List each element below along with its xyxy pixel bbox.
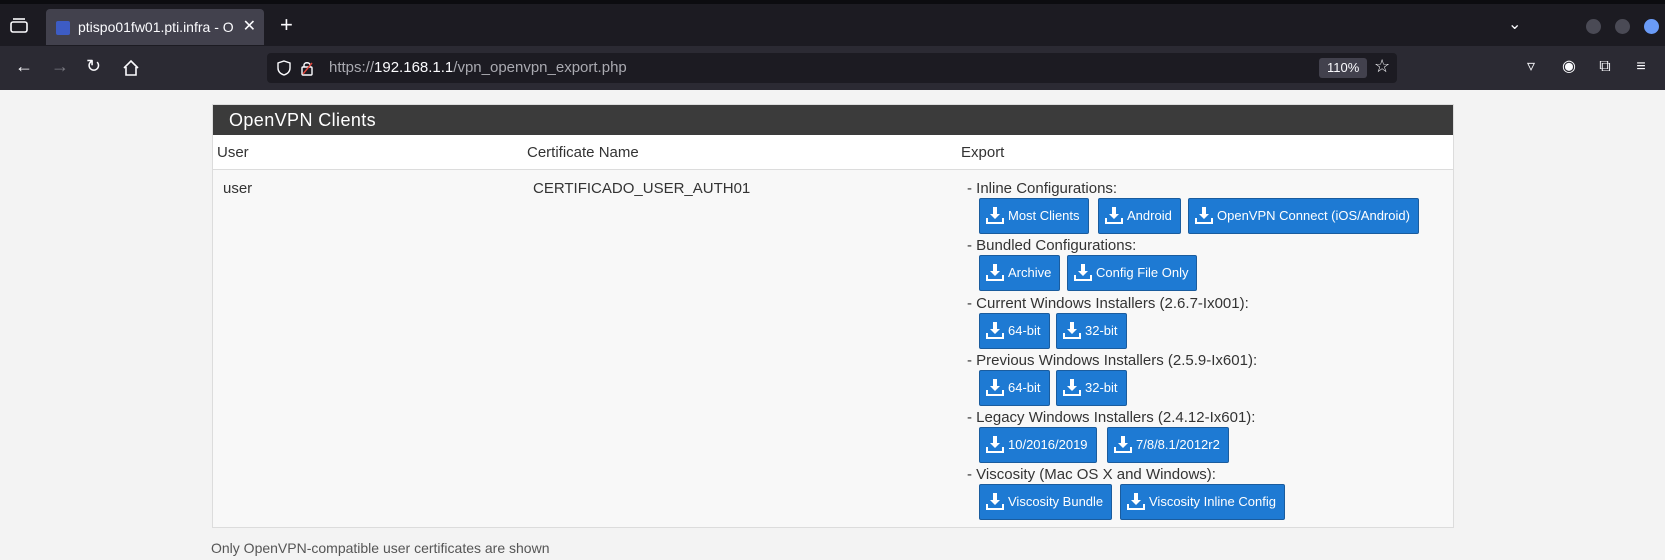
extensions-icon[interactable]: ⧉ bbox=[1594, 56, 1616, 78]
column-header-certificate: Certificate Name bbox=[527, 144, 639, 161]
tab-close-icon[interactable]: ✕ bbox=[243, 16, 256, 36]
export-button-label: 32-bit bbox=[1085, 380, 1118, 395]
group-label-previous-windows: - Previous Windows Installers (2.5.9-Ix6… bbox=[967, 352, 1258, 369]
browser-nav-bar: ← → ↻ https://192.168.1.1/vpn_openvpn_ex… bbox=[0, 46, 1665, 90]
pocket-icon[interactable]: ▿ bbox=[1520, 56, 1542, 78]
export-button-label: Viscosity Bundle bbox=[1008, 494, 1104, 509]
export-android-button[interactable]: Android bbox=[1098, 198, 1181, 234]
panel-title: OpenVPN Clients bbox=[229, 110, 377, 130]
download-icon bbox=[1063, 322, 1081, 339]
tab-title: ptispo01fw01.pti.infra - O bbox=[78, 19, 234, 35]
minimize-window-button[interactable] bbox=[1586, 19, 1601, 34]
group-label-viscosity: - Viscosity (Mac OS X and Windows): bbox=[967, 466, 1216, 483]
account-icon[interactable]: ◉ bbox=[1558, 56, 1580, 78]
group-label-legacy-windows: - Legacy Windows Installers (2.4.12-Ix60… bbox=[967, 409, 1256, 426]
back-arrow-icon[interactable]: ← bbox=[15, 56, 33, 77]
group-label-current-windows: - Current Windows Installers (2.6.7-Ix00… bbox=[967, 295, 1249, 312]
column-header-export: Export bbox=[961, 144, 1005, 161]
browser-tab[interactable]: ptispo01fw01.pti.infra - O ✕ bbox=[46, 9, 264, 45]
download-icon bbox=[986, 379, 1004, 396]
lock-icon[interactable] bbox=[300, 60, 314, 76]
star-icon[interactable]: ☆ bbox=[1374, 56, 1390, 77]
export-button-label: Android bbox=[1127, 208, 1172, 223]
download-icon bbox=[1195, 207, 1213, 224]
new-tab-icon[interactable]: + bbox=[280, 12, 293, 38]
download-icon bbox=[1063, 379, 1081, 396]
export-button-label: 64-bit bbox=[1008, 323, 1041, 338]
export-button-label: 64-bit bbox=[1008, 380, 1041, 395]
tab-list-icon[interactable] bbox=[10, 17, 28, 33]
url-scheme: https:// bbox=[329, 59, 375, 76]
user-cell: user bbox=[223, 180, 253, 197]
download-icon bbox=[1074, 264, 1092, 281]
maximize-window-button[interactable] bbox=[1615, 19, 1630, 34]
reload-icon[interactable]: ↻ bbox=[86, 56, 101, 77]
export-button-label: OpenVPN Connect (iOS/Android) bbox=[1217, 208, 1410, 223]
export-current-32bit-button[interactable]: 32-bit bbox=[1056, 313, 1127, 349]
column-header-user: User bbox=[217, 144, 249, 161]
download-icon bbox=[1105, 207, 1123, 224]
download-icon bbox=[986, 207, 1004, 224]
shield-icon[interactable] bbox=[277, 60, 291, 76]
panel-header: OpenVPN Clients bbox=[213, 105, 1453, 135]
export-config-file-only-button[interactable]: Config File Only bbox=[1067, 255, 1198, 291]
download-icon bbox=[1114, 436, 1132, 453]
top-strip bbox=[0, 0, 1665, 4]
download-icon bbox=[986, 436, 1004, 453]
home-icon[interactable] bbox=[122, 59, 140, 77]
export-legacy-7-8-button[interactable]: 7/8/8.1/2012r2 bbox=[1107, 427, 1229, 463]
site-favicon-icon bbox=[56, 21, 70, 35]
download-icon bbox=[986, 322, 1004, 339]
menu-icon[interactable]: ≡ bbox=[1630, 56, 1652, 78]
export-previous-64bit-button[interactable]: 64-bit bbox=[979, 370, 1050, 406]
list-all-tabs-icon[interactable]: ⌄ bbox=[1508, 14, 1521, 34]
browser-tab-bar: ptispo01fw01.pti.infra - O ✕ + ⌄ bbox=[0, 0, 1665, 46]
forward-arrow-icon[interactable]: → bbox=[51, 56, 69, 77]
url-host: 192.168.1.1 bbox=[374, 59, 454, 76]
export-button-label: 10/2016/2019 bbox=[1008, 437, 1088, 452]
export-viscosity-inline-config-button[interactable]: Viscosity Inline Config bbox=[1120, 484, 1285, 520]
download-icon bbox=[986, 264, 1004, 281]
url-path: /vpn_openvpn_export.php bbox=[453, 59, 627, 76]
zoom-level-button[interactable]: 110% bbox=[1319, 58, 1368, 78]
table-header: User Certificate Name Export bbox=[213, 135, 1453, 170]
export-button-label: 32-bit bbox=[1085, 323, 1118, 338]
group-label-inline: - Inline Configurations: bbox=[967, 180, 1118, 197]
export-button-label: Viscosity Inline Config bbox=[1149, 494, 1276, 509]
export-openvpn-connect-button[interactable]: OpenVPN Connect (iOS/Android) bbox=[1188, 198, 1419, 234]
address-bar[interactable]: https://192.168.1.1/vpn_openvpn_export.p… bbox=[267, 53, 1397, 83]
export-previous-32bit-button[interactable]: 32-bit bbox=[1056, 370, 1127, 406]
export-archive-button[interactable]: Archive bbox=[979, 255, 1061, 291]
footnote: Only OpenVPN-compatible user certificate… bbox=[211, 540, 550, 556]
export-button-label: Config File Only bbox=[1096, 265, 1189, 280]
download-icon bbox=[986, 493, 1004, 510]
download-icon bbox=[1127, 493, 1145, 510]
export-button-label: Archive bbox=[1008, 265, 1052, 280]
group-label-bundled: - Bundled Configurations: bbox=[967, 237, 1137, 254]
openvpn-clients-panel: OpenVPN Clients User Certificate Name Ex… bbox=[212, 104, 1454, 528]
export-button-label: 7/8/8.1/2012r2 bbox=[1136, 437, 1220, 452]
url-text: https://192.168.1.1/vpn_openvpn_export.p… bbox=[329, 59, 627, 76]
export-most-clients-button[interactable]: Most Clients bbox=[979, 198, 1089, 234]
certificate-cell: CERTIFICADO_USER_AUTH01 bbox=[533, 180, 751, 197]
close-window-button[interactable] bbox=[1644, 19, 1659, 34]
export-current-64bit-button[interactable]: 64-bit bbox=[979, 313, 1050, 349]
export-button-label: Most Clients bbox=[1008, 208, 1080, 223]
export-viscosity-bundle-button[interactable]: Viscosity Bundle bbox=[979, 484, 1113, 520]
export-legacy-10-2016-2019-button[interactable]: 10/2016/2019 bbox=[979, 427, 1097, 463]
